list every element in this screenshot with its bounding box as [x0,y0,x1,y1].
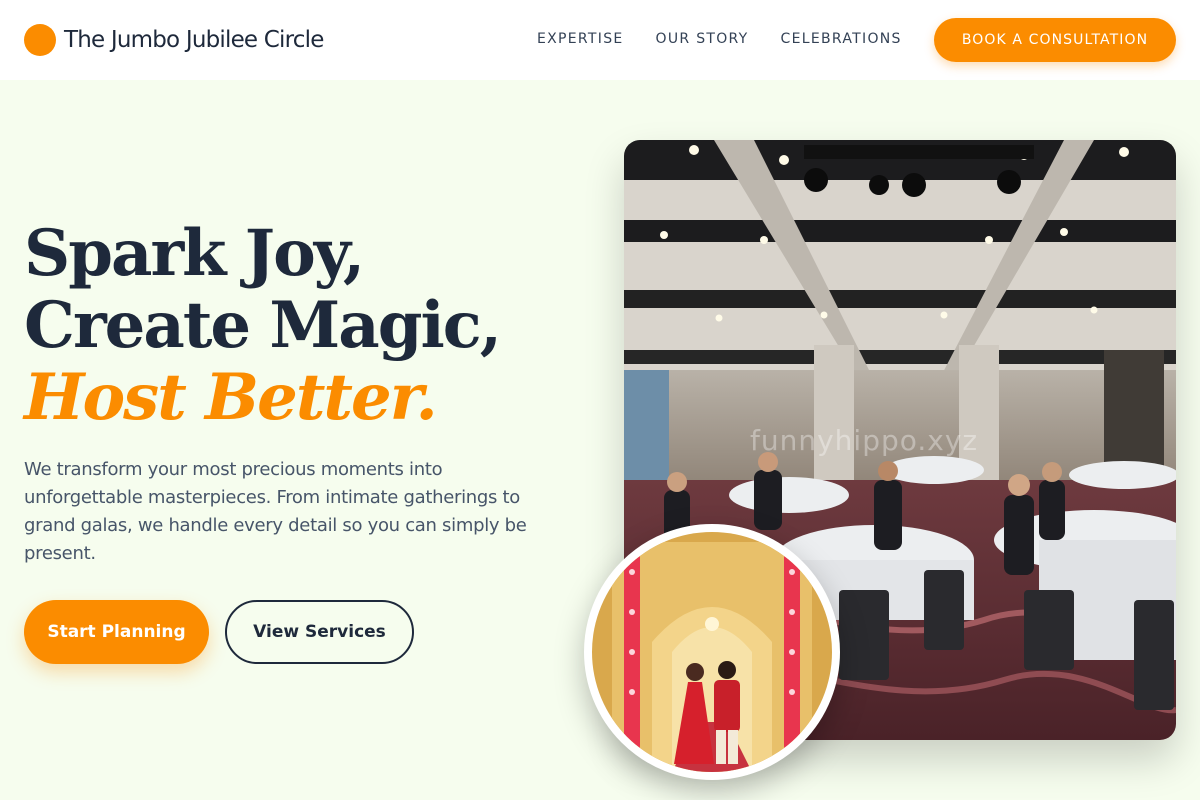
headline-line-1: Spark Joy, [24,216,365,291]
brand-logo[interactable]: The Jumbo Jubilee Circle [24,24,324,56]
main-nav: EXPERTISE OUR STORY CELEBRATIONS [537,31,902,47]
wedding-couple-image [584,524,840,780]
book-consultation-button[interactable]: BOOK A CONSULTATION [934,18,1176,62]
site-header: The Jumbo Jubilee Circle EXPERTISE OUR S… [0,0,1200,80]
photo-watermark: funnyhippo.xyz [750,424,979,457]
headline-line-2: Create Magic, [24,288,502,363]
hero-description: We transform your most precious moments … [24,459,527,564]
wedding-couple-illustration [592,532,832,772]
nav-link-expertise[interactable]: EXPERTISE [537,31,624,47]
view-services-button[interactable]: View Services [225,600,414,664]
hero-headline: Spark Joy, Create Magic, Host Better. [24,216,502,435]
brand-name: The Jumbo Jubilee Circle [64,27,324,53]
logo-circle-icon [24,24,56,56]
nav-link-celebrations[interactable]: CELEBRATIONS [781,31,902,47]
start-planning-button[interactable]: Start Planning [24,600,209,664]
nav-link-our-story[interactable]: OUR STORY [656,31,749,47]
headline-accent: Host Better. [24,360,438,435]
